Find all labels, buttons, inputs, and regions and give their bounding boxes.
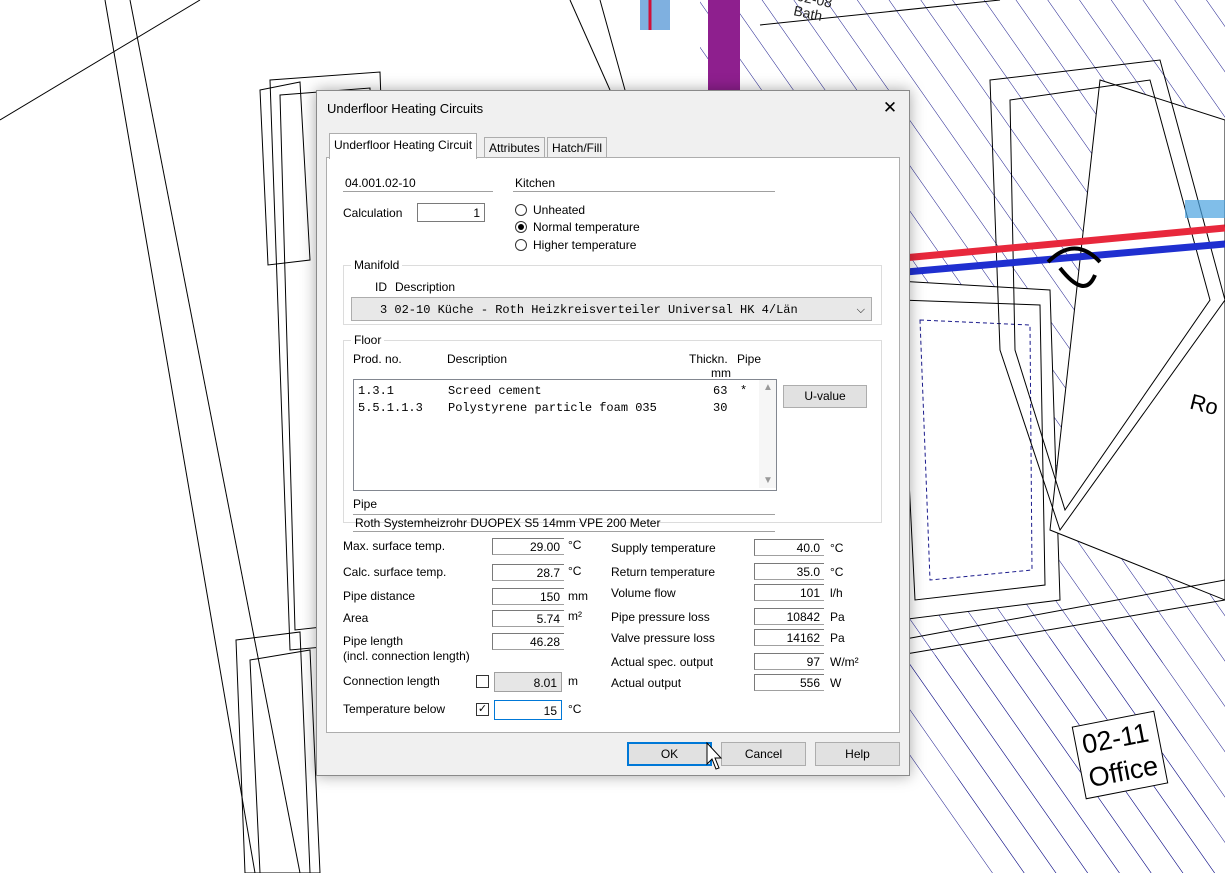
- floor-row-thickness: 30: [713, 401, 728, 415]
- pipe-distance-label: Pipe distance: [343, 589, 416, 603]
- floor-col-pipe: Pipe: [737, 352, 762, 366]
- manifold-selected-value: 3 02-10 Küche - Roth Heizkreisverteiler …: [380, 303, 798, 317]
- circuit-id-field[interactable]: 04.001.02-10: [343, 175, 493, 192]
- scroll-down-icon[interactable]: ▼: [763, 475, 773, 486]
- dialog-title: Underfloor Heating Circuits: [327, 101, 484, 116]
- return-temperature-label: Return temperature: [611, 565, 716, 579]
- area-label: Area: [343, 611, 369, 625]
- radio-unheated[interactable]: [515, 204, 527, 216]
- close-icon[interactable]: ✕: [877, 97, 903, 119]
- floor-row-prod-no: 1.3.1: [358, 384, 395, 398]
- max-surface-temp-unit: °C: [568, 538, 582, 552]
- valve-pressure-loss-unit: Pa: [830, 631, 845, 645]
- temperature-below-input[interactable]: 15: [494, 700, 562, 720]
- floor-col-prod-no: Prod. no.: [353, 352, 402, 366]
- tab-attributes[interactable]: Attributes: [484, 137, 545, 158]
- volume-flow-unit: l/h: [830, 586, 843, 600]
- radio-normal-temperature[interactable]: [515, 221, 527, 233]
- pipe-distance-unit: mm: [568, 589, 588, 603]
- return-temperature-input[interactable]: 35.0: [754, 563, 824, 580]
- manifold-col-description: Description: [395, 280, 456, 294]
- temperature-below-unit: °C: [568, 702, 582, 716]
- actual-output-unit: W: [830, 676, 842, 690]
- temperature-below-label: Temperature below: [343, 702, 446, 716]
- connection-length-input[interactable]: 8.01: [494, 672, 562, 692]
- radio-higher-label: Higher temperature: [533, 238, 637, 252]
- pipe-label: Pipe: [353, 497, 378, 511]
- calc-surface-temp-unit: °C: [568, 564, 582, 578]
- valve-pressure-loss-value: 14162: [754, 629, 824, 646]
- volume-flow-label: Volume flow: [611, 586, 676, 600]
- return-temperature-unit: °C: [830, 565, 844, 579]
- u-value-button[interactable]: U-value: [783, 385, 867, 408]
- ok-button[interactable]: OK: [627, 742, 712, 766]
- room-label-office: 02-11 Office: [1071, 710, 1169, 800]
- tab-underfloor-heating-circuit[interactable]: Underfloor Heating Circuit: [329, 133, 478, 159]
- pipe-length-value: 46.28: [492, 633, 564, 650]
- floor-layers-list[interactable]: 1.3.1 Screed cement 63 * 5.5.1.1.3 Polys…: [353, 379, 777, 491]
- pipe-length-label: Pipe length: [343, 634, 404, 648]
- radio-normal-label: Normal temperature: [533, 220, 640, 234]
- scroll-up-icon[interactable]: ▲: [763, 382, 773, 393]
- actual-spec-output-unit: W/m²: [830, 655, 859, 669]
- floor-row-thickness: 63: [713, 384, 728, 398]
- manifold-group-label: Manifold: [351, 258, 403, 272]
- radio-higher-temperature[interactable]: [515, 239, 527, 251]
- floor-col-thickness-unit: mm: [711, 366, 731, 380]
- room-name-field[interactable]: Kitchen: [513, 175, 775, 192]
- max-surface-temp-input[interactable]: 29.00: [492, 538, 564, 555]
- actual-spec-output-value: 97: [754, 653, 824, 670]
- calc-surface-temp-label: Calc. surface temp.: [343, 565, 447, 579]
- area-value: 5.74: [492, 610, 564, 627]
- pipe-distance-input[interactable]: 150: [492, 588, 564, 605]
- manifold-select[interactable]: 3 02-10 Küche - Roth Heizkreisverteiler …: [351, 297, 872, 321]
- supply-temperature-label: Supply temperature: [611, 541, 716, 555]
- help-button[interactable]: Help: [815, 742, 900, 766]
- pipe-pressure-loss-value: 10842: [754, 608, 824, 625]
- supply-temperature-unit: °C: [830, 541, 844, 555]
- tab-panel: 04.001.02-10 Kitchen Calculation 1 Unhea…: [326, 157, 900, 733]
- actual-spec-output-label: Actual spec. output: [611, 655, 714, 669]
- pipe-length-sublabel: (incl. connection length): [343, 649, 470, 663]
- max-surface-temp-label: Max. surface temp.: [343, 539, 446, 553]
- volume-flow-value: 101: [754, 584, 824, 601]
- radio-unheated-label: Unheated: [533, 203, 586, 217]
- pipe-pressure-loss-unit: Pa: [830, 610, 845, 624]
- connection-length-checkbox[interactable]: [476, 675, 489, 688]
- floor-row-prod-no: 5.5.1.1.3: [358, 401, 423, 415]
- calculation-label: Calculation: [343, 206, 403, 220]
- calculation-input[interactable]: 1: [417, 203, 485, 222]
- floor-col-description: Description: [447, 352, 508, 366]
- floor-col-thickness: Thickn.: [689, 352, 728, 366]
- floor-row-description: Polystyrene particle foam 035: [448, 401, 657, 415]
- calc-surface-temp-value: 28.7: [492, 564, 564, 581]
- supply-temperature-input[interactable]: 40.0: [754, 539, 824, 556]
- chevron-down-icon: ⌵: [856, 304, 865, 316]
- valve-pressure-loss-label: Valve pressure loss: [611, 631, 715, 645]
- floor-row-pipe: *: [740, 384, 748, 398]
- connection-length-unit: m: [568, 674, 578, 688]
- list-scrollbar[interactable]: ▲ ▼: [759, 380, 776, 488]
- pipe-pressure-loss-label: Pipe pressure loss: [611, 610, 710, 624]
- mouse-cursor-icon: [706, 742, 722, 770]
- tab-hatch-fill[interactable]: Hatch/Fill: [547, 137, 608, 158]
- cancel-button[interactable]: Cancel: [721, 742, 806, 766]
- connection-length-label: Connection length: [343, 674, 440, 688]
- floor-row-description: Screed cement: [448, 384, 542, 398]
- floor-group-label: Floor: [351, 333, 385, 347]
- area-unit: m²: [568, 609, 582, 623]
- manifold-col-id: ID: [375, 280, 387, 294]
- temperature-below-checkbox[interactable]: ✓: [476, 703, 489, 716]
- underfloor-heating-dialog: Underfloor Heating Circuits ✕ Underfloor…: [316, 90, 910, 776]
- actual-output-value: 556: [754, 674, 824, 691]
- actual-output-label: Actual output: [611, 676, 682, 690]
- pipe-field[interactable]: Roth Systemheizrohr DUOPEX S5 14mm VPE 2…: [353, 514, 775, 532]
